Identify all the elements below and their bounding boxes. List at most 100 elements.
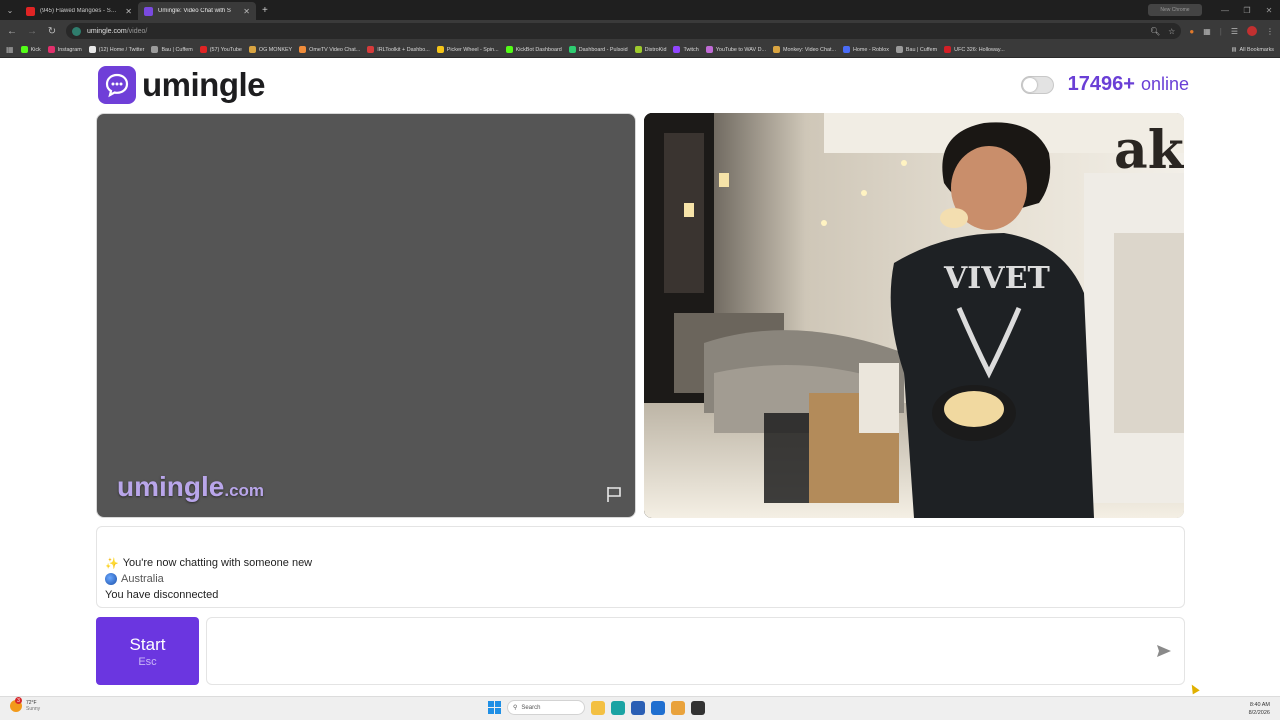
reading-list-icon[interactable]: ☰	[1231, 27, 1238, 36]
bookmark-favicon-icon	[568, 46, 576, 53]
reload-icon[interactable]: ↻	[46, 26, 58, 37]
bookmark-item[interactable]: YouTube to WAV D...	[705, 46, 766, 53]
bookmark-item[interactable]: UFC 326: Holloway...	[944, 46, 1005, 53]
bookmark-item[interactable]: KickBot Dashboard	[505, 46, 562, 53]
search-label: Search	[521, 704, 541, 711]
bookmark-favicon-icon	[673, 46, 681, 53]
bookmark-label: KickBot Dashboard	[515, 46, 562, 53]
taskbar: 3 72°F Sunny ⚲ Search 8:40 AM 8/2/2026	[0, 696, 1280, 720]
bookmark-item[interactable]: Monkey: Video Chat...	[773, 46, 836, 53]
weather-widget[interactable]: 3 72°F Sunny	[10, 697, 41, 712]
site-logo[interactable]: umingle	[98, 66, 266, 104]
bookmark-item[interactable]: IRLToolkit + Dashbo...	[367, 46, 430, 53]
start-shortcut: Esc	[138, 655, 157, 668]
weather-desc: Sunny	[26, 706, 41, 712]
forward-icon[interactable]: →	[26, 26, 38, 37]
folder-icon: ▤	[1231, 46, 1237, 53]
address-bar-row: ← → ↻ umingle.com/video/ 🔍︎ ☆ ● ▦ | ☰ ⋮	[0, 20, 1280, 42]
chrome-icon[interactable]	[671, 700, 685, 715]
minimize-icon[interactable]: —	[1214, 6, 1236, 15]
start-button[interactable]: Start Esc	[96, 617, 199, 685]
mouse-cursor-icon	[1188, 682, 1200, 695]
bookmark-label: IRLToolkit + Dashbo...	[377, 46, 430, 53]
restore-icon[interactable]: ❐	[1236, 6, 1258, 15]
bookmark-star-icon[interactable]: ☆	[1168, 27, 1175, 36]
notification-badge: 3	[15, 697, 22, 704]
all-bookmarks-label: All Bookmarks	[1239, 46, 1274, 53]
taskbar-apps: ⚲ Search	[488, 700, 705, 715]
avatar[interactable]	[1247, 26, 1257, 36]
site-info-icon[interactable]	[72, 26, 81, 36]
bookmark-favicon-icon	[20, 46, 28, 53]
zoom-icon[interactable]: 🔍︎	[1150, 27, 1160, 36]
profile-button[interactable]: New Chrome	[1148, 4, 1202, 16]
send-icon[interactable]	[1156, 643, 1172, 659]
bookmark-item[interactable]: Twitch	[673, 46, 699, 53]
bookmark-favicon-icon	[367, 46, 375, 53]
bookmark-label: Dashboard - Pulsoid	[578, 46, 628, 53]
bookmark-item[interactable]: Kick	[20, 46, 41, 53]
bookmark-label: UFC 326: Holloway...	[954, 46, 1005, 53]
online-indicator: 17496+ online	[1020, 73, 1189, 96]
bookmark-favicon-icon	[773, 46, 780, 53]
menu-icon[interactable]: ⋮	[1266, 27, 1274, 36]
bookmark-item[interactable]: OmeTV Video Chat...	[299, 46, 360, 53]
bookmark-favicon-icon	[199, 46, 207, 53]
bookmark-favicon-icon	[436, 46, 444, 53]
bookmark-item[interactable]: (12) Home / Twitter	[88, 46, 144, 53]
bookmark-label: Picker Wheel - Spin...	[446, 46, 499, 53]
back-icon[interactable]: ←	[6, 26, 18, 37]
clock[interactable]: 8:40 AM 8/2/2026	[1249, 701, 1270, 717]
umingle-watermark: umingle.com	[117, 471, 264, 503]
all-bookmarks-button[interactable]: ▤ All Bookmarks	[1231, 47, 1274, 53]
toggle-knob	[1022, 77, 1037, 92]
stranger-video-scene: ake VIVET	[644, 113, 1184, 518]
mail-icon[interactable]	[651, 700, 665, 715]
bookmark-item[interactable]: Dashboard - Pulsoid	[568, 46, 628, 53]
chat-message: You have disconnected	[105, 589, 219, 601]
store-icon[interactable]	[631, 700, 645, 715]
online-label: online	[1140, 74, 1189, 94]
bookmark-label: Monkey: Video Chat...	[783, 46, 836, 53]
file-explorer-icon[interactable]	[591, 700, 605, 715]
clock-date: 8/2/2026	[1248, 710, 1270, 716]
tab-youtube[interactable]: (945) Flawed Mangoes - Swimm ✕	[20, 2, 138, 20]
bookmark-favicon-icon	[505, 46, 513, 53]
clock-time: 8:40 AM	[1249, 702, 1270, 708]
bookmark-item[interactable]: Home - Roblox	[842, 46, 889, 53]
tab-search-icon[interactable]: ⌄	[0, 0, 20, 20]
page-content: umingle 17496+ online umingle.com ak VIV…	[0, 59, 1280, 695]
self-video: umingle.com	[96, 113, 636, 518]
obs-icon[interactable]	[691, 700, 705, 715]
bookmark-item[interactable]: Picker Wheel - Spin...	[436, 46, 499, 53]
bookmark-item[interactable]: Instagram	[47, 46, 82, 53]
bookmark-item[interactable]: DistroKid	[634, 46, 666, 53]
bookmark-item[interactable]: Bau | Cuffem	[895, 46, 937, 53]
bookmark-favicon-icon	[944, 46, 952, 53]
bookmark-item[interactable]: OG MONKEY	[248, 46, 292, 53]
globe-icon	[105, 573, 117, 585]
windows-start-icon[interactable]	[488, 701, 501, 714]
close-window-icon[interactable]: ✕	[1258, 6, 1280, 15]
tab-umingle[interactable]: Umingle: Video Chat with S ✕	[138, 2, 256, 20]
extension-icon[interactable]: ●	[1189, 27, 1194, 36]
message-input[interactable]	[207, 618, 1137, 684]
bookmark-item[interactable]: Bau | Cuffem	[151, 46, 193, 53]
bookmark-favicon-icon	[151, 46, 159, 53]
bookmark-favicon-icon	[47, 46, 55, 53]
edge-icon[interactable]	[611, 700, 625, 715]
chat-line-country: Australia	[105, 571, 1176, 587]
url-input[interactable]: umingle.com/video/ 🔍︎ ☆	[66, 23, 1182, 39]
divider: |	[1219, 26, 1222, 36]
tab-close-icon[interactable]: ✕	[243, 7, 250, 16]
browser-tab-bar: ⌄ (945) Flawed Mangoes - Swimm ✕ Umingle…	[0, 0, 1280, 20]
url-text: umingle.com/video/	[87, 28, 147, 35]
bookmark-item[interactable]: (57) YouTube	[199, 46, 242, 53]
extensions-puzzle-icon[interactable]: ▦	[1203, 27, 1211, 36]
taskbar-search[interactable]: ⚲ Search	[507, 700, 585, 715]
report-flag-icon[interactable]	[605, 485, 623, 503]
tab-close-icon[interactable]: ✕	[125, 7, 132, 16]
new-tab-button[interactable]: +	[256, 5, 274, 16]
theme-toggle[interactable]	[1020, 75, 1054, 94]
apps-grid-icon[interactable]: ▦	[6, 45, 14, 54]
